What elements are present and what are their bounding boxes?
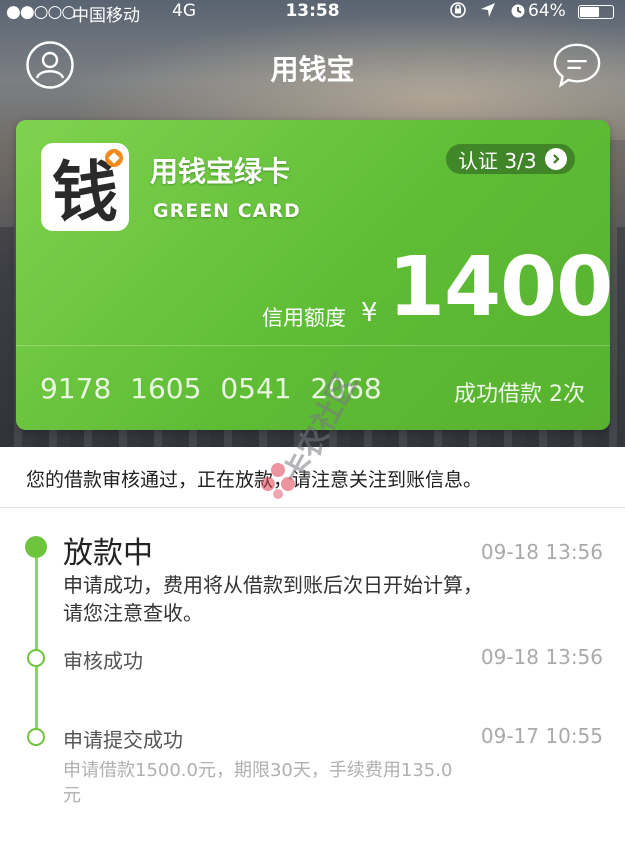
rotation-lock-icon [450, 2, 466, 18]
credit-limit-label: 信用额度 [262, 306, 346, 330]
messages-button[interactable] [552, 40, 602, 90]
chat-bubble-icon [553, 43, 601, 88]
status-bar: ●●○○○ 中国移动 4G 13:58 64% [0, 0, 625, 26]
verification-label: 认证 3/3 [458, 148, 537, 173]
location-icon [481, 3, 496, 17]
status-notice: 您的借款审核通过，正在放款，请注意关注到账信息。 [0, 447, 625, 508]
card-subtitle: GREEN CARD [153, 200, 301, 222]
battery-icon [578, 5, 614, 19]
timeline-dot-approved [27, 649, 45, 667]
nav-bar: 用钱宝 [0, 38, 625, 94]
green-card[interactable]: 钱 用钱宝绿卡 GREEN CARD 认证 3/3 信用额度 ¥ 1400 91… [16, 120, 613, 430]
timeline-line [35, 546, 38, 736]
page-title: 用钱宝 [270, 53, 355, 86]
notice-text: 您的借款审核通过，正在放款，请注意关注到账信息。 [26, 469, 483, 491]
timeline-dot-submitted [27, 728, 45, 746]
verification-button[interactable]: 认证 3/3 [446, 144, 575, 174]
timeline-title-current: 放款中 [63, 536, 153, 571]
timeline-title-submitted: 申请提交成功 [63, 728, 183, 752]
loan-success-count: 成功借款 2次 [454, 382, 585, 407]
timeline-desc-current: 申请成功，费用将从借款到账后次日开始计算，请您注意查收。 [63, 573, 483, 625]
timeline-time-approved: 09-18 13:56 [480, 645, 603, 669]
timeline-time-submitted: 09-17 10:55 [480, 724, 603, 748]
card-divider [16, 345, 610, 346]
timeline-note-submitted: 申请借款1500.0元，期限30天，手续费用135.0元 [63, 760, 453, 806]
alarm-icon [511, 4, 525, 18]
chevron-right-icon [544, 148, 567, 170]
loan-timeline: 放款中 09-18 13:56 申请成功，费用将从借款到账后次日开始计算，请您注… [0, 508, 625, 858]
timeline-time-current: 09-18 13:56 [480, 540, 603, 564]
battery-fill [580, 7, 600, 17]
battery-percent: 64% [528, 1, 566, 21]
status-icons [448, 1, 527, 22]
credit-limit-amount: 1400 [388, 240, 613, 335]
card-name: 用钱宝绿卡 [150, 155, 291, 188]
app-logo: 钱 [41, 143, 129, 231]
timeline-title-approved: 审核成功 [63, 649, 143, 673]
currency-symbol: ¥ [361, 298, 378, 328]
logo-diamond-icon [105, 149, 123, 167]
card-number: 9178 1605 0541 2068 [40, 372, 382, 405]
timeline-dot-active [25, 536, 47, 558]
